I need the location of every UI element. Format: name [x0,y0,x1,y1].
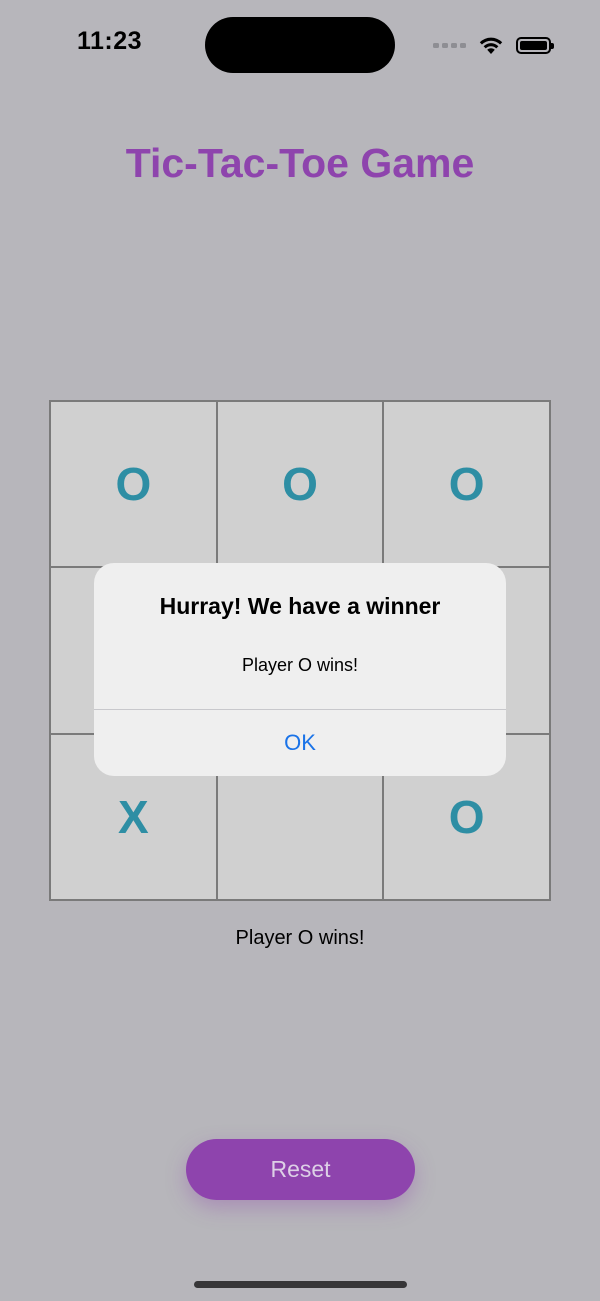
alert-ok-button[interactable]: OK [94,710,506,776]
status-icons [433,34,554,56]
game-status-text: Player O wins! [235,927,365,949]
dynamic-island [205,17,395,73]
page-title: Tic-Tac-Toe Game [125,140,475,186]
board-cell[interactable]: O [216,401,384,568]
alert-message: Player O wins! [241,655,359,675]
winner-alert: Hurray! We have a winner Player O wins! … [94,563,506,776]
board-cell[interactable]: O [383,401,550,568]
battery-icon [516,36,554,54]
home-indicator [194,1281,407,1288]
board-cell[interactable]: O [50,401,217,568]
alert-title: Hurray! We have a winner [159,593,441,619]
status-time: 11:23 [77,27,143,55]
wifi-icon [479,37,503,54]
reset-button[interactable]: Reset [186,1139,415,1200]
signal-icon [433,42,466,48]
